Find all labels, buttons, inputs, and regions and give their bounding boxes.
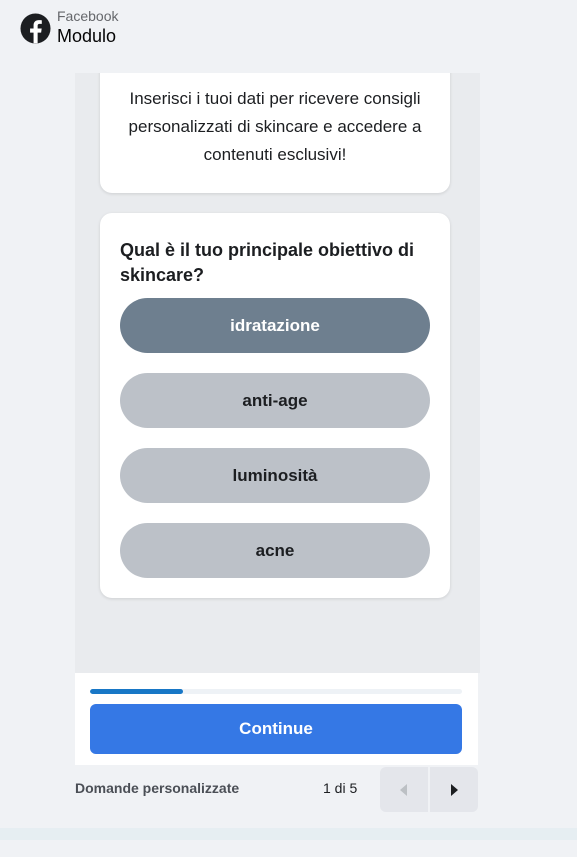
question-title: Qual è il tuo principale obiettivo di sk…: [120, 240, 415, 285]
intro-card: Inserisci i tuoi dati per ricevere consi…: [100, 73, 450, 193]
section-label: Domande personalizzate: [75, 780, 240, 796]
page-indicator: 1 di 5: [323, 780, 358, 796]
continue-button[interactable]: Continue: [90, 704, 462, 754]
bottom-strip: [0, 828, 577, 840]
option-idratazione[interactable]: idratazione: [120, 298, 430, 353]
progress-bar-fill: [90, 689, 183, 694]
facebook-logo-icon: [20, 13, 51, 44]
option-anti-age[interactable]: anti-age: [120, 373, 430, 428]
option-luminosita[interactable]: luminosità: [120, 448, 430, 503]
previous-page-button[interactable]: [380, 767, 428, 812]
platform-label: Facebook: [57, 8, 119, 24]
progress-bar: [90, 689, 462, 694]
question-card: Qual è il tuo principale obiettivo di sk…: [100, 213, 450, 598]
intro-text: Inserisci i tuoi dati per ricevere consi…: [128, 89, 422, 164]
caret-right-icon: [451, 783, 458, 796]
form-action-panel: Continue: [75, 673, 478, 765]
form-preview: Inserisci i tuoi dati per ricevere consi…: [75, 73, 480, 673]
page-title: Modulo: [57, 26, 117, 46]
next-page-button[interactable]: [430, 767, 478, 812]
option-acne[interactable]: acne: [120, 523, 430, 578]
caret-left-icon: [400, 783, 407, 796]
